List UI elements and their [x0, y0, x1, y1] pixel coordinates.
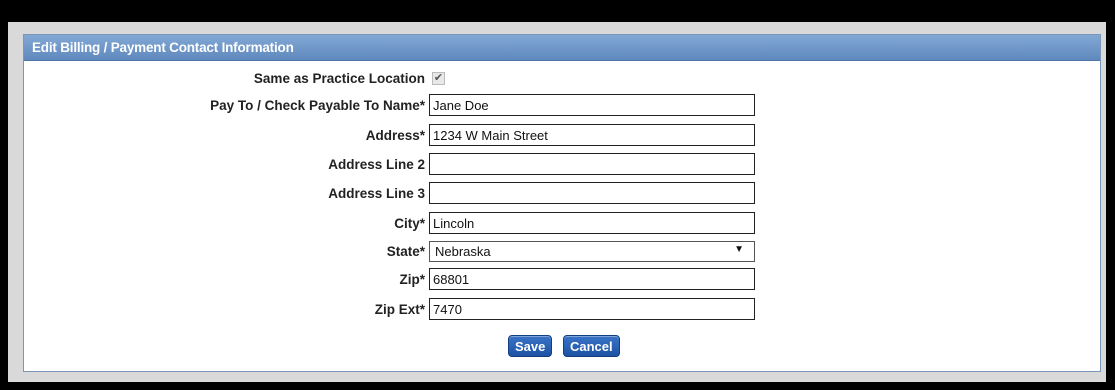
zip-ext-input[interactable]: [429, 298, 755, 320]
pay-to-row: Pay To / Check Payable To Name*: [24, 94, 1100, 120]
pay-to-name-input[interactable]: [429, 94, 755, 116]
zip-label: Zip*: [399, 272, 426, 287]
address-line-2-row: Address Line 2: [24, 153, 1100, 179]
pay-to-label: Pay To / Check Payable To Name*: [210, 98, 425, 113]
dialog-title: Edit Billing / Payment Contact Informati…: [32, 40, 294, 55]
edit-billing-dialog: Edit Billing / Payment Contact Informati…: [23, 34, 1101, 372]
address-line-3-label: Address Line 3: [328, 186, 425, 201]
state-row: State* Nebraska ▼: [24, 240, 1100, 266]
zip-row: Zip*: [24, 268, 1100, 294]
address-line-3-input[interactable]: [429, 182, 755, 204]
city-label: City*: [394, 216, 425, 231]
city-input[interactable]: [429, 212, 755, 234]
same-as-practice-row: Same as Practice Location ✔: [24, 67, 1100, 93]
state-selected-value: Nebraska: [435, 244, 491, 259]
address-label: Address*: [365, 128, 425, 143]
state-select[interactable]: Nebraska ▼: [429, 241, 755, 262]
same-as-practice-checkbox[interactable]: ✔: [432, 72, 445, 85]
zip-ext-label: Zip Ext*: [374, 302, 425, 317]
address-input[interactable]: [429, 124, 755, 146]
dialog-titlebar: Edit Billing / Payment Contact Informati…: [24, 35, 1100, 61]
address-row: Address*: [24, 124, 1100, 150]
address-line-2-label: Address Line 2: [328, 157, 425, 172]
cancel-button[interactable]: Cancel: [563, 335, 620, 357]
zip-input[interactable]: [429, 268, 755, 290]
dropdown-arrow-icon: ▼: [734, 244, 744, 255]
zip-ext-row: Zip Ext*: [24, 298, 1100, 324]
same-as-practice-label: Same as Practice Location: [253, 71, 425, 86]
save-button[interactable]: Save: [508, 335, 553, 357]
address-line-3-row: Address Line 3: [24, 182, 1100, 208]
address-line-2-input[interactable]: [429, 153, 755, 175]
city-row: City*: [24, 212, 1100, 238]
state-label: State*: [386, 244, 425, 259]
